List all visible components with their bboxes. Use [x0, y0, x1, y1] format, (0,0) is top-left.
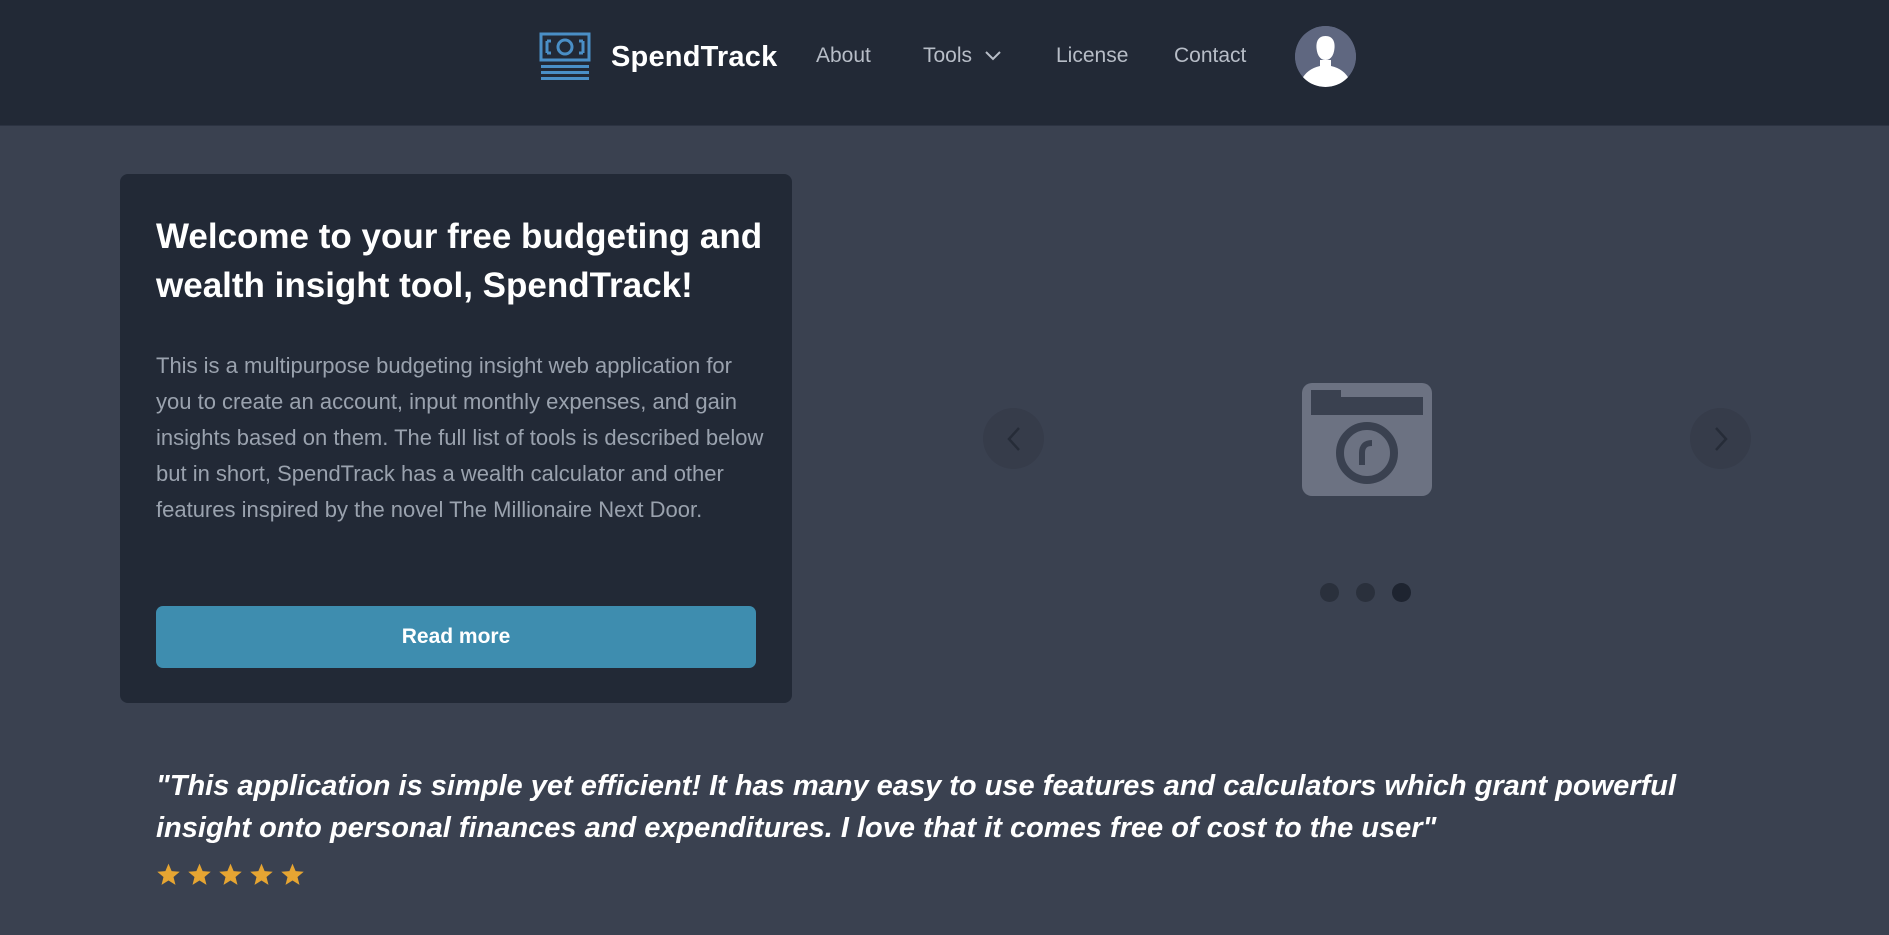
money-bill-icon	[539, 32, 591, 80]
carousel-next-button[interactable]	[1690, 408, 1751, 469]
nav-link-about[interactable]: About	[816, 44, 871, 68]
rating-stars	[156, 862, 305, 887]
star-icon	[188, 863, 211, 885]
star-icon	[157, 863, 180, 885]
user-avatar[interactable]	[1295, 26, 1356, 87]
star-icon	[250, 863, 273, 885]
chevron-left-icon	[1006, 426, 1020, 451]
nav-link-tools[interactable]: Tools	[923, 44, 1002, 68]
carousel-dot-active[interactable]	[1392, 583, 1411, 602]
navbar: SpendTrack About Tools License Contact	[0, 0, 1889, 126]
nav-link-license[interactable]: License	[1056, 44, 1128, 68]
chevron-right-icon	[1714, 426, 1728, 451]
star-icon	[219, 863, 242, 885]
read-more-button[interactable]: Read more	[156, 606, 756, 668]
carousel-prev-button[interactable]	[983, 408, 1044, 469]
brand-name: SpendTrack	[611, 40, 778, 73]
carousel-indicators	[1320, 583, 1411, 602]
carousel-dot[interactable]	[1320, 583, 1339, 602]
carousel-dot[interactable]	[1356, 583, 1375, 602]
star-icon	[281, 863, 304, 885]
camera-icon	[1302, 383, 1432, 496]
nav-link-contact[interactable]: Contact	[1174, 44, 1246, 68]
hero-card: Welcome to your free budgeting and wealt…	[120, 174, 792, 703]
testimonial-quote: "This application is simple yet efficien…	[156, 770, 1677, 844]
brand[interactable]: SpendTrack	[539, 31, 777, 83]
chevron-down-icon	[985, 51, 1001, 61]
hero-title: Welcome to your free budgeting and wealt…	[156, 217, 763, 305]
hero-description: This is a multipurpose budgeting insight…	[156, 353, 764, 522]
nav-link-tools-label: Tools	[923, 44, 973, 67]
user-silhouette-icon	[1295, 26, 1356, 87]
